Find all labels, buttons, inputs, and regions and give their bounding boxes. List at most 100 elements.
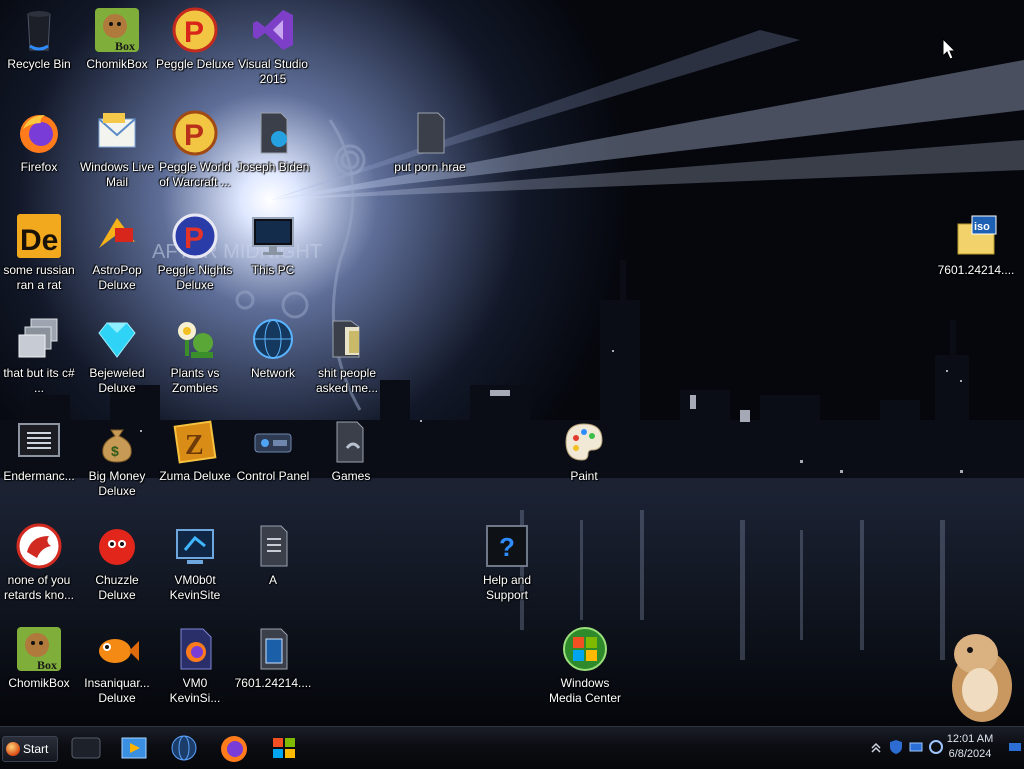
desktop-icon-label: Endermanc... bbox=[3, 469, 75, 483]
chuzzle-icon bbox=[99, 529, 135, 565]
desktop-icon-paint[interactable]: Paint bbox=[545, 412, 623, 508]
desktop-icon-label: Visual Studio 2015 bbox=[238, 57, 308, 86]
gem-icon bbox=[98, 322, 136, 358]
desktop-icon-shit-people-asked-me[interactable]: shit people asked me... bbox=[308, 309, 386, 405]
iso-file-icon: iso bbox=[957, 215, 997, 255]
system-tray: 12:01 AM 6/8/2024 bbox=[844, 727, 1024, 769]
taskbar-pinned-media-player-dark[interactable] bbox=[64, 730, 108, 766]
desktop-icon-label: Chuzzle Deluxe bbox=[95, 573, 139, 602]
mouse-cursor-icon bbox=[942, 38, 956, 60]
taskbar-clock[interactable]: 12:01 AM 6/8/2024 bbox=[942, 732, 998, 762]
svg-text:Box: Box bbox=[115, 39, 135, 53]
start-button[interactable]: Start bbox=[2, 736, 58, 762]
peggle-icon: P bbox=[172, 7, 218, 53]
desktop-icon-zuma[interactable]: Z Zuma Deluxe bbox=[156, 412, 234, 508]
paint-palette-icon bbox=[565, 423, 603, 461]
desktop-icon-label: Recycle Bin bbox=[7, 57, 71, 71]
desktop-icon-label: Plants vs Zombies bbox=[170, 366, 220, 395]
fish-icon bbox=[99, 639, 139, 663]
desktop-icon-label: Peggle World of Warcraft ... bbox=[159, 160, 231, 189]
desktop-icon-label: 7601.24214.... bbox=[937, 263, 1015, 277]
help-icon: ? bbox=[486, 525, 528, 567]
desktop-icon-wmc[interactable]: Windows Media Center bbox=[545, 619, 625, 715]
desktop-icon-label: put porn hrae bbox=[394, 160, 466, 174]
desktop-icon-label: Windows Media Center bbox=[548, 676, 622, 705]
desktop-icon-plants-vs-zombies[interactable]: Plants vs Zombies bbox=[156, 309, 234, 405]
desktop-icon-visual-studio[interactable]: Visual Studio 2015 bbox=[234, 0, 312, 96]
start-orb-icon bbox=[6, 742, 20, 756]
desktop-icon-vm0b0t[interactable]: VM0b0t KevinSite bbox=[156, 516, 234, 612]
desktop-icon-label: Peggle Nights Deluxe bbox=[157, 263, 233, 292]
desktop-icon-none-of-you[interactable]: none of you retards kno... bbox=[0, 516, 78, 612]
desktop-icon-insaniquarium[interactable]: Insaniquar... Deluxe bbox=[78, 619, 156, 715]
svg-text:Box: Box bbox=[37, 658, 57, 672]
desktop-icon-games[interactable]: Games bbox=[312, 412, 390, 508]
desktop-icon-a-file[interactable]: A bbox=[234, 516, 312, 612]
desktop-icon-chomikbox-1[interactable]: Box ChomikBox bbox=[78, 0, 156, 96]
windows-media-center-icon bbox=[563, 627, 607, 671]
desktop-icon-chomikbox-2[interactable]: Box ChomikBox bbox=[0, 619, 78, 715]
taskbar-pinned-windows-media-player[interactable] bbox=[112, 730, 156, 766]
show-desktop-button[interactable] bbox=[1008, 740, 1022, 754]
desktop-icon-vm0-kevinsi[interactable]: VM0 KevinSi... bbox=[156, 619, 234, 715]
network-globe-icon bbox=[253, 319, 293, 359]
desktop-icon-this-pc[interactable]: This PC bbox=[234, 206, 312, 302]
network-status-icon[interactable] bbox=[908, 739, 924, 755]
desktop-icon-windows-live-mail[interactable]: Windows Live Mail bbox=[78, 103, 156, 199]
desktop-icon-network[interactable]: Network bbox=[234, 309, 312, 405]
desktop-icon-peggle-nights[interactable]: P Peggle Nights Deluxe bbox=[156, 206, 234, 302]
desktop-icon-label: ChomikBox bbox=[8, 676, 70, 690]
desktop-icon-label: Peggle Deluxe bbox=[155, 57, 235, 71]
desktop-icon-peggle-deluxe[interactable]: P Peggle Deluxe bbox=[156, 0, 234, 96]
desktop-icon-joseph-biden[interactable]: Joseph Biden bbox=[234, 103, 312, 199]
desktop-icon-label: some russian ran a rat bbox=[3, 263, 75, 292]
red-dragon-icon bbox=[16, 523, 62, 569]
desktop-icon-label: Insaniquar... Deluxe bbox=[84, 676, 150, 705]
desktop-icon-iso-file-2[interactable]: 7601.24214.... bbox=[234, 619, 312, 715]
desktop-icon-astropop[interactable]: AstroPop Deluxe bbox=[78, 206, 156, 302]
hamster-mascot bbox=[952, 634, 1012, 722]
desktop-icon-label: Windows Live Mail bbox=[79, 160, 155, 189]
folder-documents-icon bbox=[332, 320, 360, 358]
dark-file-icon bbox=[417, 112, 445, 154]
desktop-icon-label: Joseph Biden bbox=[236, 160, 310, 174]
desktop-icon-put-porn-hrae[interactable]: put porn hrae bbox=[388, 103, 472, 199]
desktop-icon-firefox[interactable]: Firefox bbox=[0, 103, 78, 199]
disc-image-file-icon bbox=[260, 628, 288, 670]
taskbar-pinned-network-globe[interactable] bbox=[162, 730, 206, 766]
desktop-icon-big-money[interactable]: $ Big Money Deluxe bbox=[78, 412, 156, 508]
show-hidden-icons-chevron-icon[interactable] bbox=[868, 739, 884, 755]
desktop-icon-that-but-its-csharp[interactable]: that but its c# ... bbox=[0, 309, 78, 405]
desktop-icon-label: A bbox=[268, 573, 277, 587]
desktop-icon-label: Big Money Deluxe bbox=[88, 469, 146, 498]
taskbar-pinned-windows-explorer[interactable] bbox=[262, 730, 306, 766]
taskbar-pinned-firefox[interactable] bbox=[212, 730, 256, 766]
monitor-icon bbox=[252, 217, 294, 255]
desktop-icon-bejeweled[interactable]: Bejeweled Deluxe bbox=[78, 309, 156, 405]
security-shield-icon[interactable] bbox=[888, 739, 904, 755]
desktop-icon-some-russian[interactable]: De some russian ran a rat bbox=[0, 206, 78, 302]
desktop-icon-label: ChomikBox bbox=[86, 57, 148, 71]
desktop-icon-peggle-world-of-warcraft[interactable]: P Peggle World of Warcraft ... bbox=[156, 103, 234, 199]
desktop-icon-label: shit people asked me... bbox=[315, 366, 379, 395]
firefox-icon bbox=[20, 115, 58, 153]
desktop-icon-label: Games bbox=[331, 469, 371, 483]
desktop-icon-help-and-support[interactable]: ? Help and Support bbox=[468, 516, 546, 612]
desktop-icon-endermanch[interactable]: Endermanc... bbox=[0, 412, 78, 508]
control-panel-icon bbox=[254, 433, 292, 453]
desktop-icon-label: VM0b0t KevinSite bbox=[169, 573, 221, 602]
desktop-icon-control-panel[interactable]: Control Panel bbox=[234, 412, 312, 508]
desktop-icon-iso-file[interactable]: iso 7601.24214.... bbox=[936, 206, 1016, 302]
window-stack-icon bbox=[18, 318, 58, 358]
money-bag-icon: $ bbox=[102, 429, 132, 463]
desktop-icon-chuzzle[interactable]: Chuzzle Deluxe bbox=[78, 516, 156, 612]
svg-text:P: P bbox=[184, 222, 204, 255]
dark-file-icon bbox=[260, 525, 288, 567]
desktop-icon-recycle-bin[interactable]: Recycle Bin bbox=[0, 0, 78, 96]
desktop-icon-label: Firefox bbox=[20, 160, 58, 174]
plants-vs-zombies-icon bbox=[178, 322, 213, 358]
desktop-icon-label: Paint bbox=[570, 469, 598, 483]
firefox-document-icon bbox=[180, 628, 212, 670]
svg-text:iso: iso bbox=[974, 221, 990, 233]
peggle-icon: P bbox=[172, 110, 218, 156]
